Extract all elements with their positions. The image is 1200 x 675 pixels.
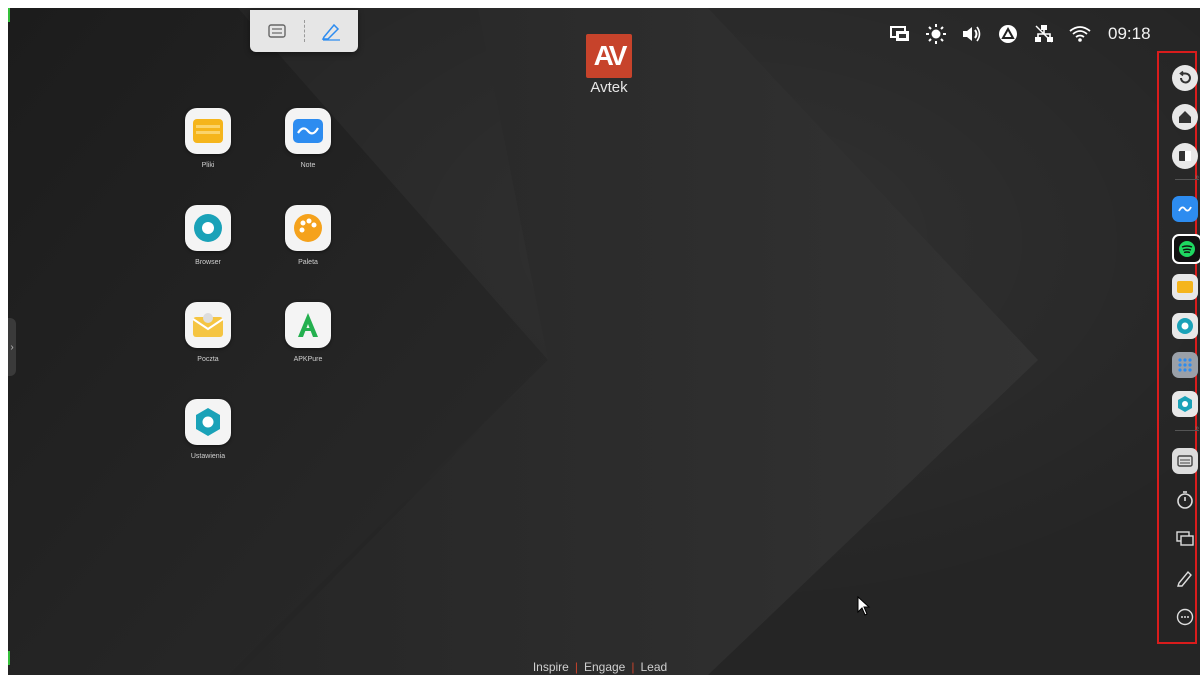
app-paleta[interactable]: Paleta: [278, 205, 338, 266]
app-note[interactable]: Note: [278, 108, 338, 169]
tagline-separator: |: [574, 660, 578, 674]
avtek-logo: AV Avtek: [585, 34, 633, 96]
right-sidebar: » »: [1157, 51, 1200, 644]
app-label: Note: [300, 162, 316, 169]
more-icon: [1176, 608, 1194, 626]
logo-name: Avtek: [590, 79, 628, 96]
folder-icon: [185, 108, 231, 154]
more-button[interactable]: [1172, 604, 1198, 630]
spotify-button[interactable]: [1172, 234, 1200, 264]
pen-icon: [322, 23, 341, 41]
expand-glyph: »: [1195, 174, 1199, 181]
all-apps-button[interactable]: [1172, 352, 1198, 378]
freeze-button[interactable]: [250, 10, 304, 52]
freeze-icon: [268, 24, 286, 38]
app-poczta[interactable]: Poczta: [178, 302, 238, 363]
volume-icon[interactable]: [960, 22, 984, 46]
app-apkpure[interactable]: APKPure: [278, 302, 338, 363]
settings-app-button[interactable]: [1172, 391, 1198, 417]
screen-frame-top: [0, 0, 1200, 8]
tagline-lead: Lead: [640, 660, 668, 674]
timer-button[interactable]: [1172, 487, 1198, 513]
freeze-sidebar-button[interactable]: [1172, 448, 1198, 474]
palette-icon: [285, 205, 331, 251]
browser-app-button[interactable]: [1172, 313, 1198, 339]
home-icon: [1179, 111, 1191, 123]
timer-icon: [1177, 491, 1193, 509]
app-label: Poczta: [197, 356, 219, 363]
app-label: Pliki: [201, 162, 215, 169]
screen-frame-left: [0, 0, 8, 675]
app-label: Browser: [195, 259, 221, 266]
tagline: Inspire | Engage | Lead: [0, 660, 1200, 674]
sidebar-divider: »: [1175, 174, 1199, 181]
status-bar: 09:18: [888, 22, 1151, 46]
recent-apps-button[interactable]: [1172, 143, 1198, 169]
tagline-separator: |: [631, 660, 635, 674]
screen-cast-button[interactable]: [1172, 526, 1198, 552]
triangle-app-icon[interactable]: [996, 22, 1020, 46]
edge-indicator: [8, 8, 10, 22]
note-app-button[interactable]: [1172, 196, 1198, 222]
chevron-right-icon: ›: [10, 341, 14, 353]
app-label: APKPure: [293, 356, 323, 363]
app-label: Paleta: [298, 259, 318, 266]
app-browser[interactable]: Browser: [178, 205, 238, 266]
all-apps-icon: [1178, 358, 1192, 372]
tagline-engage: Engage: [583, 660, 626, 674]
settings-app-icon: [1178, 396, 1192, 412]
files-app-icon: [1177, 281, 1193, 293]
recent-apps-icon: [1179, 151, 1191, 161]
back-button[interactable]: [1172, 65, 1198, 91]
network-icon[interactable]: [1032, 22, 1056, 46]
home-button[interactable]: [1172, 104, 1198, 130]
mail-icon: [185, 302, 231, 348]
brightness-icon[interactable]: [924, 22, 948, 46]
app-pliki[interactable]: Pliki: [178, 108, 238, 169]
browser-icon: [185, 205, 231, 251]
spotify-icon: [1179, 241, 1195, 257]
apkpure-icon: [285, 302, 331, 348]
freeze-icon: [1177, 455, 1193, 467]
screen-mirror-icon[interactable]: [888, 22, 912, 46]
browser-app-icon: [1177, 318, 1193, 334]
annotate-pen-icon: [1177, 570, 1192, 587]
pen-button[interactable]: [305, 10, 359, 52]
screen-cast-icon: [1176, 531, 1194, 546]
back-icon: [1179, 70, 1191, 84]
files-app-button[interactable]: [1172, 274, 1198, 300]
note-app-icon: [1178, 206, 1192, 212]
settings-icon: [185, 399, 231, 445]
clock: 09:18: [1108, 24, 1151, 43]
app-ustawienia[interactable]: Ustawienia: [178, 399, 238, 460]
floating-toolbar: [250, 10, 358, 52]
note-icon: [285, 108, 331, 154]
expand-glyph: »: [1195, 425, 1199, 432]
wifi-icon[interactable]: [1068, 22, 1092, 46]
mouse-cursor-icon: [857, 596, 871, 616]
logo-mark: AV: [586, 34, 632, 78]
app-label: Ustawienia: [190, 453, 226, 460]
tagline-inspire: Inspire: [532, 660, 569, 674]
sidebar-divider: »: [1175, 425, 1199, 432]
left-drawer-handle[interactable]: ›: [8, 318, 16, 376]
annotate-pen-button[interactable]: [1172, 565, 1198, 591]
